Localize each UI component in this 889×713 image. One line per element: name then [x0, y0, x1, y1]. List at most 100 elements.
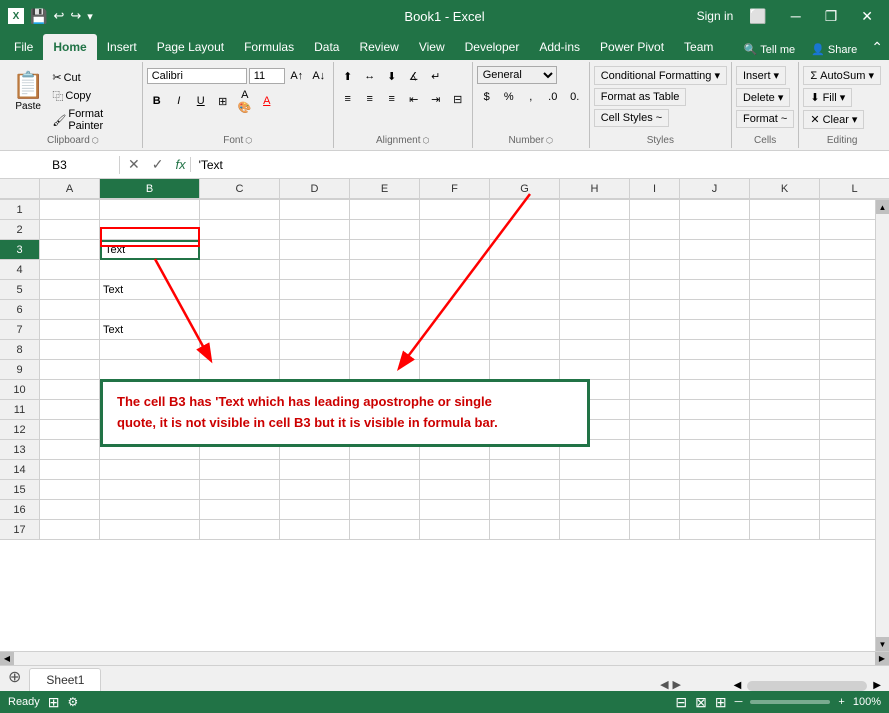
- sheet-scroll-right-btn[interactable]: ▶: [673, 678, 681, 691]
- h-scroll-bar[interactable]: [747, 681, 867, 691]
- row-header-14[interactable]: 14: [0, 460, 40, 480]
- cell-e2[interactable]: [350, 220, 420, 240]
- cell-c15[interactable]: [200, 480, 280, 500]
- cell-h15[interactable]: [560, 480, 630, 500]
- col-header-e[interactable]: E: [350, 179, 420, 199]
- cell-h1[interactable]: [560, 200, 630, 220]
- cell-d10[interactable]: [280, 380, 350, 400]
- cell-g12[interactable]: [490, 420, 560, 440]
- cell-c5[interactable]: [200, 280, 280, 300]
- zoom-in-btn[interactable]: +: [838, 696, 844, 708]
- cell-c12[interactable]: [200, 420, 280, 440]
- cell-b7[interactable]: Text: [100, 320, 200, 340]
- cell-k2[interactable]: [750, 220, 820, 240]
- cell-f13[interactable]: [420, 440, 490, 460]
- cell-c1[interactable]: [200, 200, 280, 220]
- h-scroll-left[interactable]: ◀: [734, 680, 742, 691]
- bold-btn[interactable]: B: [147, 91, 167, 111]
- align-middle-btn[interactable]: ↔: [360, 66, 380, 86]
- cell-a11[interactable]: [40, 400, 100, 420]
- cell-f5[interactable]: [420, 280, 490, 300]
- cell-h8[interactable]: [560, 340, 630, 360]
- cell-b17[interactable]: [100, 520, 200, 540]
- cell-d1[interactable]: [280, 200, 350, 220]
- cell-c4[interactable]: [200, 260, 280, 280]
- row-header-17[interactable]: 17: [0, 520, 40, 540]
- cell-a4[interactable]: [40, 260, 100, 280]
- cell-k6[interactable]: [750, 300, 820, 320]
- col-header-h[interactable]: H: [560, 179, 630, 199]
- cell-j12[interactable]: [680, 420, 750, 440]
- cell-e10[interactable]: [350, 380, 420, 400]
- currency-btn[interactable]: $: [477, 87, 497, 107]
- cell-d4[interactable]: [280, 260, 350, 280]
- cell-f1[interactable]: [420, 200, 490, 220]
- sheet-tab-sheet1[interactable]: Sheet1: [29, 668, 101, 691]
- cell-c3[interactable]: [200, 240, 280, 260]
- cell-i12[interactable]: [630, 420, 680, 440]
- name-box[interactable]: [0, 156, 120, 174]
- border-btn[interactable]: ⊞: [213, 91, 233, 111]
- cell-j5[interactable]: [680, 280, 750, 300]
- cell-g15[interactable]: [490, 480, 560, 500]
- cell-k7[interactable]: [750, 320, 820, 340]
- align-right-btn[interactable]: ≡: [382, 89, 402, 109]
- row-header-15[interactable]: 15: [0, 480, 40, 500]
- scroll-right-btn[interactable]: ▶: [875, 652, 889, 666]
- cell-h3[interactable]: [560, 240, 630, 260]
- tell-me-btn[interactable]: 🔍 Tell me: [736, 39, 803, 60]
- cell-b5[interactable]: Text: [100, 280, 200, 300]
- cell-g3[interactable]: [490, 240, 560, 260]
- cell-g4[interactable]: [490, 260, 560, 280]
- quick-save[interactable]: 💾: [30, 8, 47, 25]
- cell-k17[interactable]: [750, 520, 820, 540]
- view-pagelayout-btn[interactable]: ⊞: [715, 694, 727, 711]
- format-painter-btn[interactable]: 🖌 Format Painter: [50, 107, 137, 133]
- cell-i16[interactable]: [630, 500, 680, 520]
- fill-color-btn[interactable]: A🎨: [235, 91, 255, 111]
- tab-developer[interactable]: Developer: [455, 34, 530, 60]
- tab-formulas[interactable]: Formulas: [234, 34, 304, 60]
- cell-b10[interactable]: [100, 380, 200, 400]
- sign-in-btn[interactable]: Sign in: [697, 9, 734, 23]
- cell-d15[interactable]: [280, 480, 350, 500]
- cut-btn[interactable]: ✂ Cut: [50, 70, 137, 85]
- alignment-expand[interactable]: ⬡: [422, 136, 429, 145]
- cell-h4[interactable]: [560, 260, 630, 280]
- cell-h7[interactable]: [560, 320, 630, 340]
- cell-i1[interactable]: [630, 200, 680, 220]
- cell-l4[interactable]: [820, 260, 875, 280]
- cell-k5[interactable]: [750, 280, 820, 300]
- row-header-2[interactable]: 2: [0, 220, 40, 240]
- cell-j7[interactable]: [680, 320, 750, 340]
- cell-j14[interactable]: [680, 460, 750, 480]
- cell-f3[interactable]: [420, 240, 490, 260]
- cell-d14[interactable]: [280, 460, 350, 480]
- cell-a10[interactable]: [40, 380, 100, 400]
- cell-d13[interactable]: [280, 440, 350, 460]
- cell-l13[interactable]: [820, 440, 875, 460]
- cell-f10[interactable]: [420, 380, 490, 400]
- row-header-10[interactable]: 10: [0, 380, 40, 400]
- format-btn[interactable]: Format ~: [736, 110, 794, 128]
- cell-i5[interactable]: [630, 280, 680, 300]
- cancel-formula-btn[interactable]: ✕: [124, 154, 144, 175]
- cell-e17[interactable]: [350, 520, 420, 540]
- cell-d3[interactable]: [280, 240, 350, 260]
- cell-c8[interactable]: [200, 340, 280, 360]
- cell-c11[interactable]: [200, 400, 280, 420]
- col-header-j[interactable]: J: [680, 179, 750, 199]
- cell-g17[interactable]: [490, 520, 560, 540]
- cell-k8[interactable]: [750, 340, 820, 360]
- cell-e13[interactable]: [350, 440, 420, 460]
- cell-c2[interactable]: [200, 220, 280, 240]
- cell-l8[interactable]: [820, 340, 875, 360]
- col-header-k[interactable]: K: [750, 179, 820, 199]
- cell-j10[interactable]: [680, 380, 750, 400]
- col-header-g[interactable]: G: [490, 179, 560, 199]
- cell-f7[interactable]: [420, 320, 490, 340]
- cell-h2[interactable]: [560, 220, 630, 240]
- cell-k3[interactable]: [750, 240, 820, 260]
- cell-e6[interactable]: [350, 300, 420, 320]
- cell-b11[interactable]: [100, 400, 200, 420]
